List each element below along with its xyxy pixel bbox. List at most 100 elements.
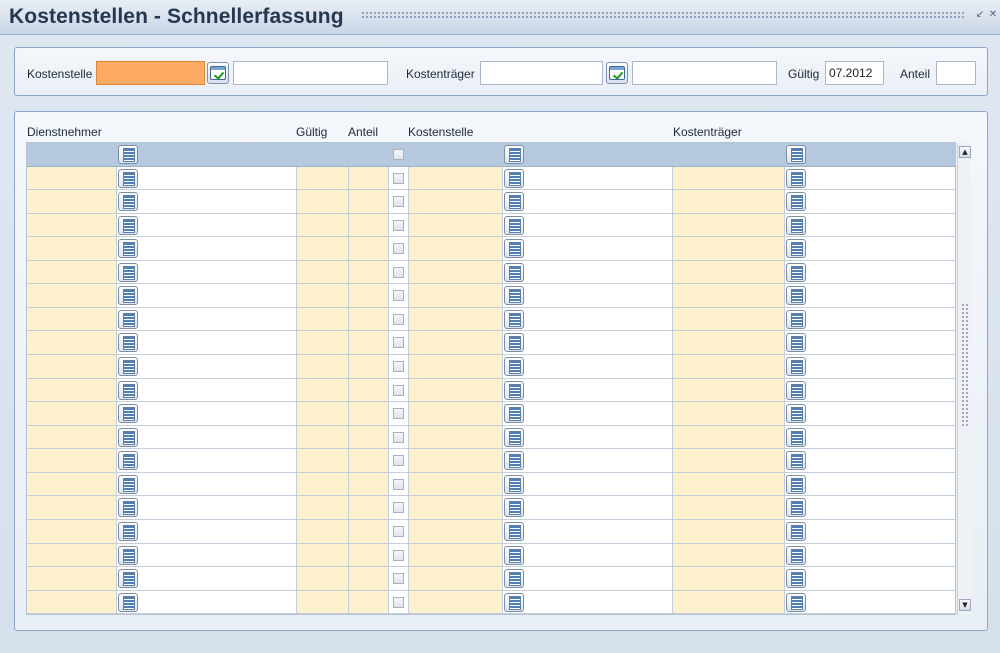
dienstnehmer-lookup-icon[interactable]: [118, 474, 138, 494]
dienstnehmer-cell[interactable]: [27, 331, 117, 355]
anteil-cell[interactable]: [349, 284, 389, 307]
kostenstelle-lookup-icon[interactable]: [504, 333, 524, 353]
kostentraeger-lookup-icon[interactable]: [786, 521, 806, 541]
kostentraeger-lookup-icon[interactable]: [786, 286, 806, 306]
gueltig-cell[interactable]: [297, 284, 349, 307]
anteil-input[interactable]: [936, 61, 976, 85]
dienstnehmer-cell[interactable]: [27, 590, 117, 614]
gueltig-cell[interactable]: [297, 425, 349, 449]
anteil-cell[interactable]: [349, 260, 389, 284]
row-checkbox[interactable]: [393, 337, 404, 349]
scroll-up-icon[interactable]: ▲: [959, 146, 971, 158]
anteil-cell[interactable]: [349, 496, 389, 519]
dienstnehmer-name-cell[interactable]: [117, 260, 297, 284]
kostentraeger-name-cell[interactable]: [785, 284, 955, 307]
kostenstelle-name-cell[interactable]: [503, 472, 673, 496]
dienstnehmer-name-cell[interactable]: [117, 425, 297, 449]
dienstnehmer-lookup-icon[interactable]: [118, 333, 138, 353]
kostentraeger-name-cell[interactable]: [785, 307, 955, 331]
kostentraeger-lookup-icon[interactable]: [786, 569, 806, 589]
kostenstelle-cell[interactable]: [409, 472, 503, 496]
gueltig-cell[interactable]: [297, 519, 349, 543]
row-checkbox[interactable]: [393, 172, 404, 184]
kostentraeger-name-cell[interactable]: [785, 425, 955, 449]
anteil-cell[interactable]: [349, 567, 389, 590]
kostenstelle-name-cell[interactable]: [503, 213, 673, 237]
gueltig-cell[interactable]: [297, 543, 349, 567]
kostenstelle-name-cell[interactable]: [503, 190, 673, 213]
kostentraeger-cell[interactable]: [673, 402, 785, 425]
dienstnehmer-name-cell[interactable]: [117, 543, 297, 567]
kostenstelle-cell[interactable]: [409, 567, 503, 590]
kostenstelle-name-cell[interactable]: [503, 237, 673, 260]
kostenstelle-name-cell[interactable]: [503, 543, 673, 567]
gueltig-cell[interactable]: [297, 166, 349, 190]
row-checkbox[interactable]: [393, 408, 404, 420]
dienstnehmer-name-cell[interactable]: [117, 143, 297, 166]
kostenstelle-name-cell[interactable]: [503, 378, 673, 402]
dienstnehmer-cell[interactable]: [27, 378, 117, 402]
dienstnehmer-name-cell[interactable]: [117, 496, 297, 519]
table-row[interactable]: [27, 472, 955, 497]
dienstnehmer-cell[interactable]: [27, 402, 117, 425]
anteil-cell[interactable]: [349, 472, 389, 496]
dienstnehmer-name-cell[interactable]: [117, 472, 297, 496]
gueltig-cell[interactable]: [297, 472, 349, 496]
kostentraeger-name-cell[interactable]: [785, 143, 955, 166]
row-checkbox[interactable]: [393, 313, 404, 325]
gueltig-cell[interactable]: [297, 567, 349, 590]
anteil-cell[interactable]: [349, 143, 389, 166]
kostentraeger-name-cell[interactable]: [785, 402, 955, 425]
kostenstelle-lookup-icon[interactable]: [504, 498, 524, 518]
dienstnehmer-lookup-icon[interactable]: [118, 404, 138, 424]
anteil-cell[interactable]: [349, 378, 389, 402]
dienstnehmer-name-cell[interactable]: [117, 449, 297, 472]
kostenstelle-name-cell[interactable]: [503, 143, 673, 166]
kostentraeger-lookup-icon[interactable]: [786, 498, 806, 518]
kostenstelle-cell[interactable]: [409, 402, 503, 425]
dienstnehmer-cell[interactable]: [27, 519, 117, 543]
dienstnehmer-cell[interactable]: [27, 237, 117, 260]
kostentraeger-lookup-icon[interactable]: [786, 192, 806, 212]
kostentraeger-name-cell[interactable]: [785, 449, 955, 472]
table-row[interactable]: [27, 284, 955, 308]
column-header-gueltig[interactable]: Gültig: [296, 125, 327, 139]
kostenstelle-cell[interactable]: [409, 543, 503, 567]
kostentraeger-cell[interactable]: [673, 190, 785, 213]
dienstnehmer-name-cell[interactable]: [117, 355, 297, 378]
dienstnehmer-name-cell[interactable]: [117, 519, 297, 543]
kostenstelle-name-cell[interactable]: [503, 496, 673, 519]
kostenstelle-lookup-button[interactable]: [207, 62, 229, 84]
kostentraeger-name-cell[interactable]: [785, 519, 955, 543]
anteil-cell[interactable]: [349, 355, 389, 378]
table-row[interactable]: [27, 213, 955, 238]
kostenstelle-cell[interactable]: [409, 331, 503, 355]
kostentraeger-lookup-icon[interactable]: [786, 145, 806, 164]
gueltig-cell[interactable]: [297, 402, 349, 425]
dienstnehmer-lookup-icon[interactable]: [118, 215, 138, 235]
dienstnehmer-cell[interactable]: [27, 143, 117, 166]
gueltig-cell[interactable]: [297, 355, 349, 378]
kostentraeger-cell[interactable]: [673, 166, 785, 190]
kostenstelle-lookup-icon[interactable]: [504, 192, 524, 212]
kostenstelle-cell[interactable]: [409, 307, 503, 331]
scrollbar-thumb[interactable]: [961, 303, 969, 428]
kostenstelle-cell[interactable]: [409, 237, 503, 260]
gueltig-cell[interactable]: [297, 496, 349, 519]
minimize-icon[interactable]: ↙: [975, 10, 985, 20]
kostenstelle-cell[interactable]: [409, 143, 503, 166]
row-checkbox[interactable]: [393, 290, 404, 302]
kostentraeger-name-cell[interactable]: [785, 166, 955, 190]
kostentraeger-lookup-icon[interactable]: [786, 357, 806, 377]
dienstnehmer-cell[interactable]: [27, 449, 117, 472]
kostentraeger-lookup-icon[interactable]: [786, 545, 806, 565]
close-icon[interactable]: ✕: [988, 10, 998, 20]
kostenstelle-lookup-icon[interactable]: [504, 145, 524, 164]
kostenstelle-lookup-icon[interactable]: [504, 309, 524, 329]
gueltig-cell[interactable]: [297, 378, 349, 402]
anteil-cell[interactable]: [349, 190, 389, 213]
gueltig-cell[interactable]: [297, 331, 349, 355]
table-row[interactable]: [27, 567, 955, 591]
table-row[interactable]: [27, 237, 955, 261]
kostentraeger-lookup-icon[interactable]: [786, 309, 806, 329]
